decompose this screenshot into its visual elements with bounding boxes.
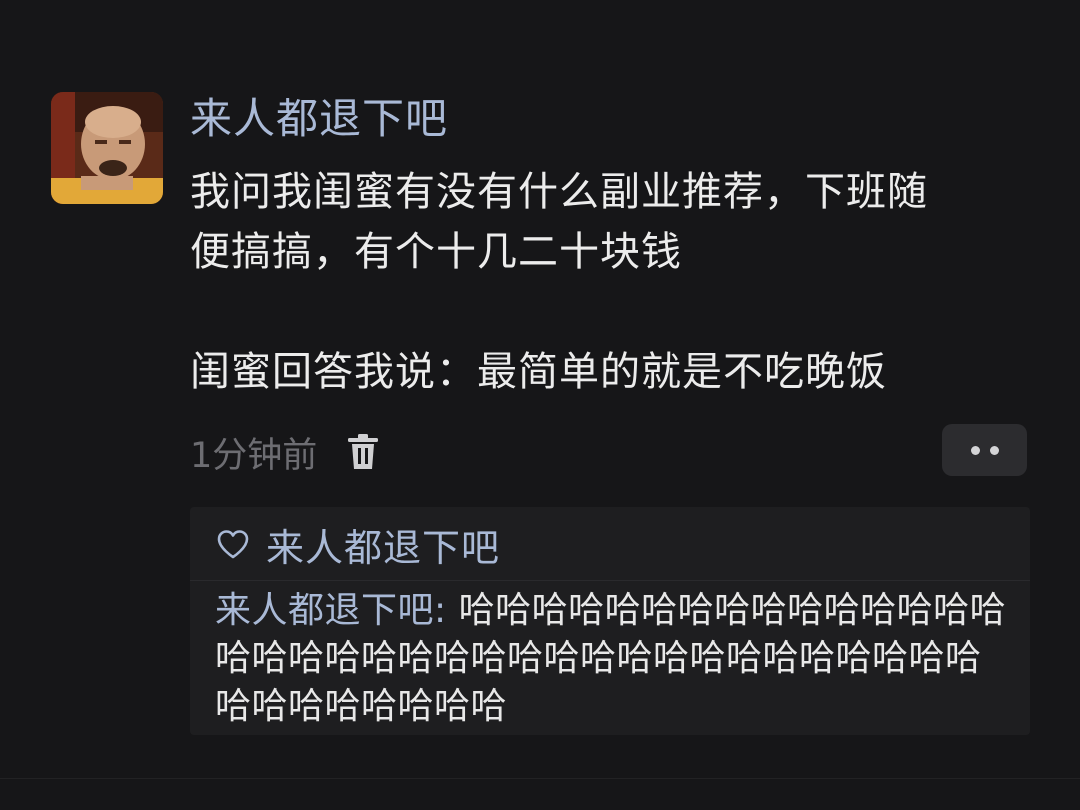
heart-icon[interactable] — [216, 529, 250, 559]
post-body-line: 闺蜜回答我说：最简单的就是不吃晚饭 — [190, 349, 887, 395]
post-body: 我问我闺蜜有没有什么副业推荐，下班随 便搞搞，有个十几二十块钱 闺蜜回答我说：最… — [190, 162, 1020, 402]
avatar[interactable] — [51, 92, 163, 204]
reply-author[interactable]: 来人都退下吧 — [215, 590, 434, 631]
comment-post: 来人都退下吧 我问我闺蜜有没有什么副业推荐，下班随 便搞搞，有个十几二十块钱 闺… — [0, 0, 1080, 810]
more-dots-icon — [970, 445, 980, 455]
reply-separator: : — [434, 590, 459, 631]
trash-icon[interactable] — [347, 433, 379, 471]
more-dots-icon — [989, 445, 999, 455]
likes-row: 来人都退下吧 — [216, 517, 500, 572]
reply-comment[interactable]: 来人都退下吧: 哈哈哈哈哈哈哈哈哈哈哈哈哈哈哈哈哈哈哈哈哈哈哈哈哈哈哈哈哈哈哈哈… — [215, 587, 1015, 731]
post-body-line: 便搞搞，有个十几二十块钱 — [190, 229, 682, 275]
timestamp: 1分钟前 — [190, 435, 318, 476]
more-options-button[interactable] — [942, 424, 1027, 476]
post-body-line: 我问我闺蜜有没有什么副业推荐，下班随 — [190, 169, 928, 215]
divider — [190, 580, 1030, 581]
liker-name[interactable]: 来人都退下吧 — [266, 517, 500, 572]
reply-section: 来人都退下吧 来人都退下吧: 哈哈哈哈哈哈哈哈哈哈哈哈哈哈哈哈哈哈哈哈哈哈哈哈哈… — [190, 507, 1030, 735]
post-meta: 1分钟前 — [190, 425, 379, 479]
divider — [0, 778, 1080, 779]
post-username[interactable]: 来人都退下吧 — [190, 92, 448, 146]
